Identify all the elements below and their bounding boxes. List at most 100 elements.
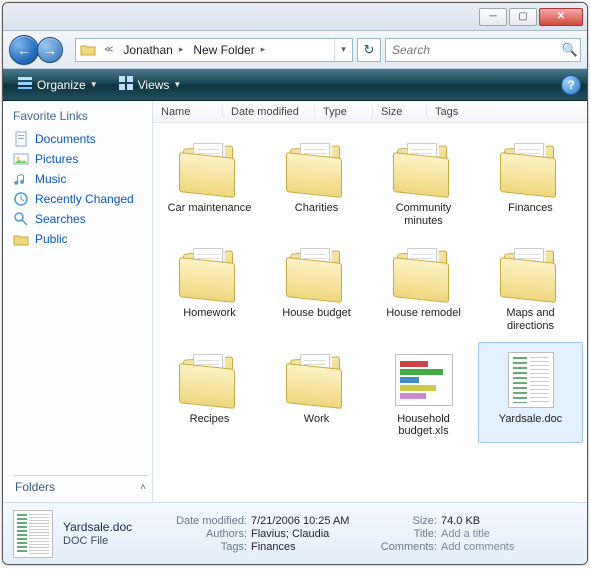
- search-box[interactable]: 🔍: [385, 38, 581, 62]
- organize-icon: [17, 75, 33, 94]
- views-icon: [118, 75, 134, 94]
- navigation-pane: Favorite Links DocumentsPicturesMusicRec…: [3, 101, 153, 502]
- folders-label: Folders: [15, 480, 55, 494]
- file-item-label: Charities: [295, 202, 338, 215]
- favorite-link-label: Recently Changed: [35, 192, 134, 206]
- search-icon: 🔍: [560, 42, 580, 58]
- spreadsheet-icon: [395, 354, 453, 406]
- file-item-label: Yardsale.doc: [499, 413, 562, 426]
- file-item[interactable]: House budget: [264, 236, 369, 337]
- details-label: Title:: [373, 528, 437, 540]
- file-item-label: House budget: [282, 307, 351, 320]
- title-bar: ─ ▢ ✕: [3, 3, 587, 31]
- chevron-right-icon: ≪: [100, 44, 117, 55]
- chevron-up-icon: ˄: [140, 482, 146, 493]
- file-item[interactable]: Community minutes: [371, 131, 476, 232]
- file-item-label: Homework: [183, 307, 236, 320]
- file-item[interactable]: Maps and directions: [478, 236, 583, 337]
- folder-icon: [393, 246, 455, 302]
- organize-button[interactable]: Organize ▼: [9, 72, 106, 97]
- folder-icon: [179, 246, 241, 302]
- chevron-right-icon: ▸: [175, 44, 188, 55]
- favorite-link-label: Pictures: [35, 152, 78, 166]
- help-icon: ?: [567, 78, 574, 92]
- file-item[interactable]: Household budget.xls: [371, 342, 476, 443]
- search-input[interactable]: [386, 43, 560, 57]
- file-item-label: Car maintenance: [168, 202, 252, 215]
- help-button[interactable]: ?: [561, 75, 581, 95]
- chevron-down-icon: ▼: [173, 80, 181, 89]
- document-icon: [508, 352, 554, 408]
- file-item-label: Recipes: [190, 413, 230, 426]
- file-item[interactable]: Work: [264, 342, 369, 443]
- file-item-label: Community minutes: [377, 202, 471, 227]
- content-area: Name Date modified Type Size Tags Car ma…: [153, 101, 587, 502]
- file-item[interactable]: House remodel: [371, 236, 476, 337]
- favorite-link-public[interactable]: Public: [13, 229, 148, 249]
- details-label: Size:: [373, 515, 437, 527]
- details-value[interactable]: Add a title: [441, 528, 490, 540]
- favorite-link-label: Documents: [35, 132, 96, 146]
- favorite-link-searches[interactable]: Searches: [13, 209, 148, 229]
- folder-icon: [286, 141, 348, 197]
- music-icon: [13, 171, 29, 187]
- details-label: Date modified:: [163, 515, 247, 527]
- column-header[interactable]: Name: [153, 106, 223, 118]
- column-header[interactable]: Date modified: [223, 106, 315, 118]
- file-item-label: House remodel: [386, 307, 461, 320]
- minimize-button[interactable]: ─: [479, 8, 507, 26]
- forward-button[interactable]: →: [37, 37, 63, 63]
- folder-icon: [179, 141, 241, 197]
- favorite-link-pictures[interactable]: Pictures: [13, 149, 148, 169]
- favorite-link-music[interactable]: Music: [13, 169, 148, 189]
- refresh-button[interactable]: ↻: [357, 38, 381, 62]
- details-value[interactable]: Finances: [251, 541, 296, 553]
- column-header[interactable]: Tags: [427, 106, 587, 118]
- folders-toggle[interactable]: Folders ˄: [13, 475, 148, 498]
- body: Favorite Links DocumentsPicturesMusicRec…: [3, 101, 587, 502]
- favorite-link-documents[interactable]: Documents: [13, 129, 148, 149]
- folder-icon: [500, 141, 562, 197]
- favorite-link-recent[interactable]: Recently Changed: [13, 189, 148, 209]
- file-item[interactable]: Yardsale.doc: [478, 342, 583, 443]
- items-view[interactable]: Car maintenance Charities Community minute…: [153, 123, 587, 502]
- breadcrumb-segment[interactable]: New Folder: [187, 39, 256, 61]
- favorite-link-label: Searches: [35, 212, 86, 226]
- close-button[interactable]: ✕: [539, 8, 583, 26]
- searches-icon: [13, 211, 29, 227]
- column-header[interactable]: Type: [315, 106, 373, 118]
- file-item[interactable]: Charities: [264, 131, 369, 232]
- folder-icon: [286, 246, 348, 302]
- details-filename: Yardsale.doc: [63, 520, 153, 534]
- views-button[interactable]: Views ▼: [110, 72, 190, 97]
- details-value: 74.0 KB: [441, 515, 480, 527]
- details-label: Authors:: [163, 528, 247, 540]
- file-item-label: Household budget.xls: [377, 413, 471, 438]
- chevron-right-icon: ▸: [257, 44, 270, 55]
- details-value[interactable]: Flavius; Claudia: [251, 528, 329, 540]
- maximize-button[interactable]: ▢: [509, 8, 537, 26]
- file-item[interactable]: Car maintenance: [157, 131, 262, 232]
- folder-icon: [393, 141, 455, 197]
- folder-icon: [179, 352, 241, 408]
- address-bar[interactable]: ≪ Jonathan ▸ New Folder ▸ ▾: [75, 38, 353, 62]
- file-item[interactable]: Recipes: [157, 342, 262, 443]
- details-thumbnail: [13, 510, 53, 558]
- command-bar: Organize ▼ Views ▼ ?: [3, 69, 587, 101]
- folder-icon: [286, 352, 348, 408]
- arrow-right-icon: →: [43, 42, 57, 58]
- breadcrumb-segment[interactable]: Jonathan: [117, 39, 174, 61]
- nav-buttons: ← →: [9, 35, 71, 65]
- file-item[interactable]: Finances: [478, 131, 583, 232]
- views-label: Views: [138, 78, 170, 92]
- file-item-label: Finances: [508, 202, 553, 215]
- chevron-down-icon: ▼: [90, 80, 98, 89]
- refresh-icon: ↻: [364, 42, 375, 58]
- column-header[interactable]: Size: [373, 106, 427, 118]
- back-button[interactable]: ←: [9, 35, 39, 65]
- address-dropdown[interactable]: ▾: [334, 39, 352, 61]
- details-label: Comments:: [373, 541, 437, 553]
- favorite-link-label: Public: [35, 232, 68, 246]
- file-item[interactable]: Homework: [157, 236, 262, 337]
- details-value[interactable]: Add comments: [441, 541, 514, 553]
